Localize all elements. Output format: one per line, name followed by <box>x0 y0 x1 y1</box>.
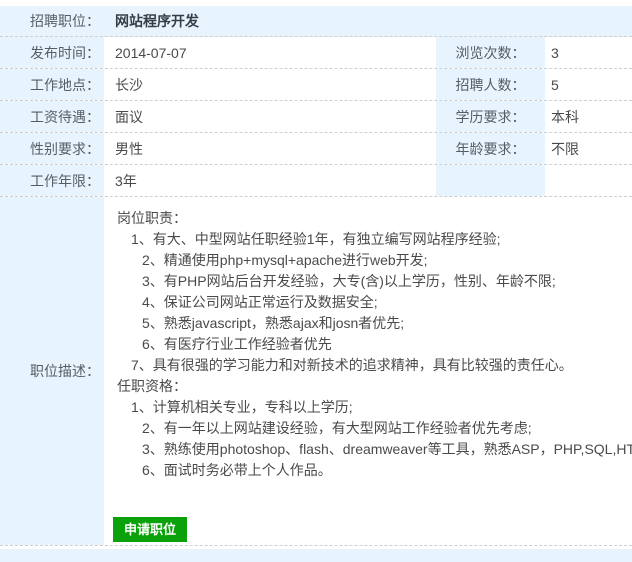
publish-date-value: 2014-07-07 <box>104 37 436 68</box>
description-line: 1、有大、中型网站任职经验1年，有独立编写网站程序经验; <box>117 229 632 250</box>
gender-label: 性别要求： <box>0 133 104 164</box>
education-value: 本科 <box>545 101 632 132</box>
description-line: 5、熟悉javascript，熟悉ajax和josn者优先; <box>117 313 632 334</box>
job-title-label: 招聘职位： <box>0 6 104 36</box>
description-line: 1、计算机相关专业，专科以上学历; <box>117 397 632 418</box>
education-label: 学历要求： <box>436 101 545 132</box>
info-row-salary: 工资待遇： 面议 学历要求： 本科 <box>0 101 632 133</box>
gender-value: 男性 <box>104 133 436 164</box>
job-title-row: 招聘职位： 网站程序开发 <box>0 6 632 37</box>
description-line: 4、保证公司网站正常运行及数据安全; <box>117 292 632 313</box>
salary-value: 面议 <box>104 101 436 132</box>
job-title-value: 网站程序开发 <box>104 6 632 36</box>
location-label: 工作地点： <box>0 69 104 100</box>
empty-value-cell <box>545 165 632 196</box>
description-line: 2、精通使用php+mysql+apache进行web开发; <box>117 250 632 271</box>
age-value: 不限 <box>545 133 632 164</box>
description-line: 3、熟练使用photoshop、flash、dreamweaver等工具，熟悉A… <box>117 439 632 460</box>
apply-button[interactable]: 申请职位 <box>113 517 187 542</box>
info-row-publish-date: 发布时间： 2014-07-07 浏览次数： 3 <box>0 37 632 69</box>
headcount-value: 5 <box>545 69 632 100</box>
view-count-value: 3 <box>545 37 632 68</box>
description-content: 岗位职责：1、有大、中型网站任职经验1年，有独立编写网站程序经验;2、精通使用p… <box>104 197 632 545</box>
description-lines: 岗位职责：1、有大、中型网站任职经验1年，有独立编写网站程序经验;2、精通使用p… <box>104 208 632 481</box>
apply-button-wrap: 申请职位 <box>113 517 632 542</box>
info-row-experience: 工作年限： 3年 <box>0 165 632 197</box>
description-label: 职位描述： <box>0 197 104 545</box>
description-line: 2、有一年以上网站建设经验，有大型网站工作经验者优先考虑; <box>117 418 632 439</box>
next-row-strip <box>0 549 632 562</box>
info-row-location: 工作地点： 长沙 招聘人数： 5 <box>0 69 632 101</box>
location-value: 长沙 <box>104 69 436 100</box>
experience-label: 工作年限： <box>0 165 104 196</box>
salary-label: 工资待遇： <box>0 101 104 132</box>
headcount-label: 招聘人数： <box>436 69 545 100</box>
age-label: 年龄要求： <box>436 133 545 164</box>
description-row: 职位描述： 岗位职责：1、有大、中型网站任职经验1年，有独立编写网站程序经验;2… <box>0 197 632 546</box>
description-line: 7、具有很强的学习能力和对新技术的追求精神，具有比较强的责任心。 <box>117 355 632 376</box>
description-line: 岗位职责： <box>117 208 632 229</box>
job-detail-table: 招聘职位： 网站程序开发 发布时间： 2014-07-07 浏览次数： 3 工作… <box>0 6 632 562</box>
info-row-gender: 性别要求： 男性 年龄要求： 不限 <box>0 133 632 165</box>
empty-label-cell <box>436 165 545 196</box>
experience-value: 3年 <box>104 165 436 196</box>
description-line: 6、有医疗行业工作经验者优先 <box>117 334 632 355</box>
description-line: 任职资格： <box>117 376 632 397</box>
description-line: 3、有PHP网站后台开发经验，大专(含)以上学历，性别、年龄不限; <box>117 271 632 292</box>
publish-date-label: 发布时间： <box>0 37 104 68</box>
description-line: 6、面试时务必带上个人作品。 <box>117 460 632 481</box>
view-count-label: 浏览次数： <box>436 37 545 68</box>
